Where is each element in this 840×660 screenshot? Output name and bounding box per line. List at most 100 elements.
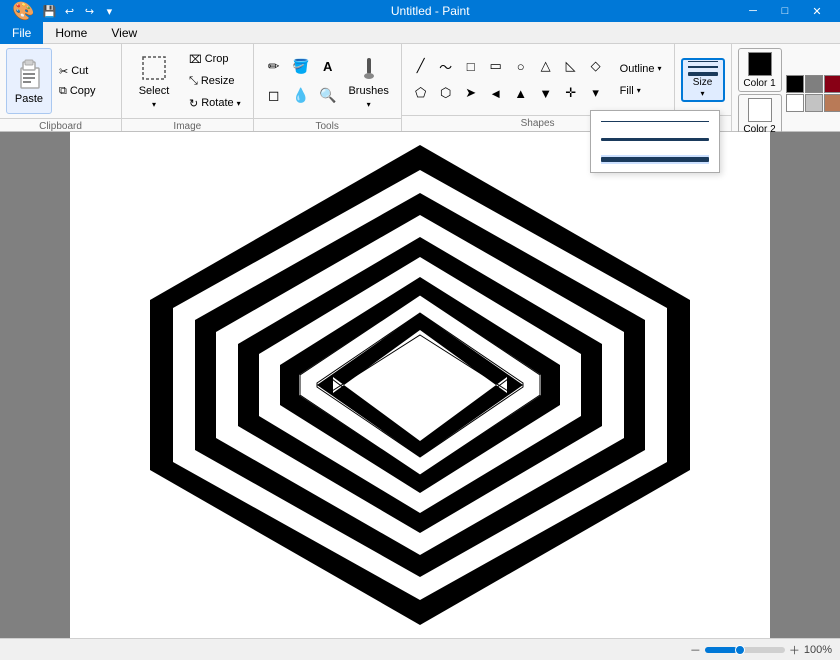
- shape-4way-arrow[interactable]: ✛: [558, 80, 584, 106]
- status-bar: － ＋ 100%: [0, 638, 840, 660]
- title-bar: 🎨 💾 ↩ ↪ ▾ Untitled - Paint ─ □ ✕: [0, 0, 840, 22]
- shape-curve[interactable]: 〜: [433, 53, 459, 79]
- colors-section: Color 1 Color 2 Colors: [732, 44, 840, 131]
- size-option-2[interactable]: [601, 136, 709, 143]
- cut-button[interactable]: ✂ Cut: [55, 62, 115, 80]
- image-section: Select ▾ ⌧ Crop ⤡ Resize ↻ Rotate ▾ Im: [122, 44, 254, 131]
- menu-bar: File Home View: [0, 22, 840, 44]
- select-label: Select: [139, 85, 170, 97]
- color-cell-0[interactable]: [786, 75, 804, 93]
- color-cell-2[interactable]: [824, 75, 840, 93]
- image-content: Select ▾ ⌧ Crop ⤡ Resize ↻ Rotate ▾: [122, 44, 253, 118]
- size-option-1[interactable]: [601, 119, 709, 124]
- crop-button[interactable]: ⌧ Crop: [183, 49, 247, 69]
- cut-label: Cut: [71, 65, 88, 77]
- eraser-button[interactable]: ◻: [260, 82, 288, 110]
- fill-opt-button[interactable]: Fill ▾: [614, 81, 668, 101]
- menu-view[interactable]: View: [99, 22, 149, 44]
- line-preview-3: [601, 157, 709, 162]
- shape-pentagon[interactable]: ⬠: [408, 80, 434, 106]
- paste-button[interactable]: Paste: [6, 48, 52, 114]
- copy-icon: ⧉: [59, 85, 67, 98]
- resize-button[interactable]: ⤡ Resize: [183, 71, 247, 91]
- tools-content: ✏ 🪣 A ◻ 💧 🔍 Brushes ▾: [254, 44, 401, 118]
- shape-hexagon[interactable]: ⬡: [433, 80, 459, 106]
- outline-button[interactable]: Outline ▾: [614, 59, 668, 79]
- app-icon: 🎨: [12, 1, 34, 22]
- rotate-button[interactable]: ↻ Rotate ▾: [183, 93, 247, 113]
- more-button[interactable]: ▾: [100, 2, 118, 20]
- cut-copy-buttons: ✂ Cut ⧉ Copy: [55, 62, 115, 100]
- brushes-icon: [355, 54, 383, 82]
- rotate-label: Rotate: [201, 97, 233, 109]
- color2-swatch: [748, 98, 772, 122]
- select-button[interactable]: Select ▾: [128, 48, 180, 114]
- canvas-area: [0, 132, 840, 638]
- color-cell-12[interactable]: [824, 94, 840, 112]
- redo-button[interactable]: ↪: [80, 2, 98, 20]
- color1-label: Color 1: [743, 78, 775, 89]
- fill-button[interactable]: 🪣: [287, 53, 315, 81]
- quick-access-toolbar: 🎨 💾 ↩ ↪ ▾: [8, 1, 122, 22]
- save-button[interactable]: 💾: [40, 2, 58, 20]
- maximize-button[interactable]: □: [770, 0, 800, 22]
- crop-label: Crop: [205, 53, 229, 65]
- shape-right-triangle[interactable]: ◺: [558, 53, 584, 79]
- select-icon: [140, 54, 168, 82]
- resize-label: Resize: [201, 75, 235, 87]
- shape-triangle[interactable]: △: [533, 53, 559, 79]
- color-cell-1[interactable]: [805, 75, 823, 93]
- size-chevron: ▾: [701, 89, 705, 98]
- text-button[interactable]: A: [314, 53, 342, 81]
- shape-scroll[interactable]: ▾: [583, 80, 609, 106]
- size-button[interactable]: Size ▾: [681, 58, 725, 102]
- color1-button[interactable]: Color 1: [738, 48, 782, 92]
- size-option-3[interactable]: [601, 155, 709, 164]
- shape-rect[interactable]: □: [458, 53, 484, 79]
- magnify-button[interactable]: 🔍: [314, 82, 342, 110]
- zoom-out-button[interactable]: －: [690, 642, 701, 658]
- outline-label: Outline: [620, 63, 655, 75]
- size-dropdown: [590, 110, 720, 173]
- shape-up-arrow[interactable]: ▲: [508, 80, 534, 106]
- copy-button[interactable]: ⧉ Copy: [55, 82, 115, 100]
- minimize-button[interactable]: ─: [738, 0, 768, 22]
- shape-line[interactable]: ╱: [408, 53, 434, 79]
- shape-down-arrow[interactable]: ▼: [533, 80, 559, 106]
- zoom-controls: － ＋ 100%: [690, 642, 832, 658]
- close-button[interactable]: ✕: [802, 0, 832, 22]
- shape-diamond[interactable]: ◇: [583, 53, 609, 79]
- artwork-svg: [70, 132, 770, 638]
- rotate-chevron: ▾: [237, 99, 241, 108]
- crop-icon: ⌧: [189, 53, 202, 66]
- fill-label: Fill: [620, 85, 634, 97]
- shape-left-arrow[interactable]: ◄: [483, 80, 509, 106]
- window-title: Untitled - Paint: [122, 4, 738, 18]
- menu-home[interactable]: Home: [43, 22, 99, 44]
- brushes-chevron: ▾: [367, 100, 371, 109]
- line-preview-2: [601, 138, 709, 141]
- shape-ellipse[interactable]: ○: [508, 53, 534, 79]
- fill-chevron: ▾: [637, 86, 641, 95]
- zoom-level: 100%: [804, 644, 832, 656]
- color1-swatch: [748, 52, 772, 76]
- colors-content: Color 1 Color 2: [732, 44, 840, 142]
- zoom-slider[interactable]: [705, 647, 785, 653]
- window-controls: ─ □ ✕: [738, 0, 832, 22]
- select-chevron: ▾: [152, 100, 156, 109]
- color-cell-11[interactable]: [805, 94, 823, 112]
- color-cell-10[interactable]: [786, 94, 804, 112]
- undo-button[interactable]: ↩: [60, 2, 78, 20]
- shapes-content: ╱ 〜 □ ▭ ○ △ ◺ ◇ ⬠ ⬡ ➤ ◄ ▲ ▼ ✛ ▾: [402, 44, 674, 115]
- brushes-button[interactable]: Brushes ▾: [343, 48, 395, 114]
- canvas[interactable]: [70, 132, 770, 638]
- shape-right-arrow[interactable]: ➤: [458, 80, 484, 106]
- color-picker-button[interactable]: 💧: [287, 82, 315, 110]
- clipboard-section: Paste ✂ Cut ⧉ Copy Clipboard: [0, 44, 122, 131]
- outline-chevron: ▾: [658, 64, 662, 73]
- zoom-in-button[interactable]: ＋: [789, 642, 800, 658]
- shape-roundrect[interactable]: ▭: [483, 53, 509, 79]
- size-label: Size: [693, 77, 712, 88]
- menu-file[interactable]: File: [0, 22, 43, 44]
- pencil-button[interactable]: ✏: [260, 53, 288, 81]
